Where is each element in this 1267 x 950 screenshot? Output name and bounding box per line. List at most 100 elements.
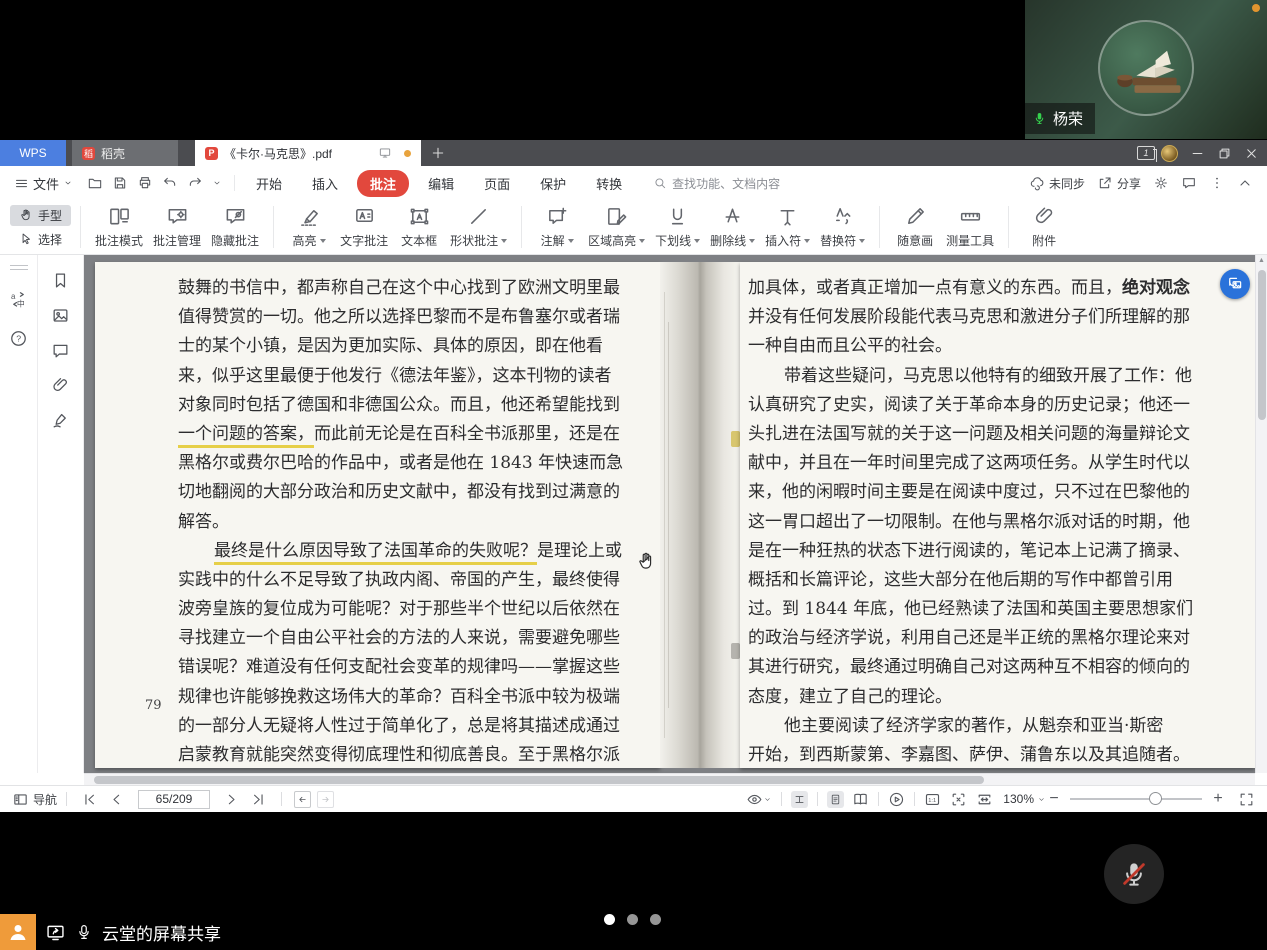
- sync-status-button[interactable]: 未同步: [1029, 175, 1085, 192]
- menu-item[interactable]: 保护: [525, 170, 581, 197]
- ribbon-tools: 批注模式批注管理隐藏批注高亮文字批注文本框形状批注注解区域高亮下划线删除线插入符…: [90, 205, 1070, 249]
- tool-free-draw[interactable]: 随意画: [889, 205, 941, 249]
- pdf-canvas[interactable]: 79 鼓舞的书信中，都声称自己在这个中心找到了欧洲文明里最值得赞赏的一切。他之所…: [84, 255, 1255, 773]
- tab-docer[interactable]: 稻 稻壳: [72, 140, 178, 166]
- account-avatar[interactable]: [1161, 145, 1178, 162]
- zoom-caret-icon[interactable]: [1037, 791, 1046, 808]
- page-number-input[interactable]: [138, 790, 210, 809]
- carousel-dot[interactable]: [650, 914, 661, 925]
- tool-hide-annotations[interactable]: 隐藏批注: [206, 205, 264, 249]
- microphone-muted-button[interactable]: [1104, 844, 1164, 904]
- image-icon[interactable]: [51, 306, 70, 325]
- save-button[interactable]: [112, 175, 128, 191]
- navigation-toggle[interactable]: 导航: [12, 791, 57, 808]
- bookmark-icon[interactable]: [51, 271, 70, 290]
- next-page-button[interactable]: [223, 791, 240, 808]
- single-page-view-button[interactable]: [827, 791, 844, 808]
- right-page-text: 加具体，或者真正增加一点有意义的东西。而且，绝对观念并没有任何发展阶段能代表马克…: [748, 274, 1190, 768]
- more-actions-caret[interactable]: [212, 175, 222, 191]
- double-page-view-button[interactable]: [852, 791, 869, 808]
- presentation-mode-icon[interactable]: [378, 146, 392, 160]
- tool-measure-tool[interactable]: 测量工具: [941, 205, 999, 249]
- close-button[interactable]: [1244, 146, 1259, 161]
- menu-item[interactable]: 编辑: [413, 170, 469, 197]
- attachment-icon[interactable]: [51, 376, 70, 395]
- tool-insert-caret[interactable]: 插入符: [760, 205, 815, 249]
- tool-attachment[interactable]: 附件: [1018, 205, 1070, 249]
- redo-button[interactable]: [187, 175, 203, 191]
- tool-note[interactable]: 注解: [531, 205, 583, 249]
- menu-item[interactable]: 转换: [581, 170, 637, 197]
- signature-icon[interactable]: [51, 411, 70, 430]
- zoom-out-button[interactable]: −: [1046, 790, 1062, 808]
- vertical-scrollbar[interactable]: ▲: [1255, 255, 1267, 773]
- tool-strikethrough[interactable]: 删除线: [705, 205, 760, 249]
- select-tool-button[interactable]: 选择: [10, 229, 71, 250]
- participant-video-tile[interactable]: 杨荣: [1025, 0, 1267, 139]
- search-input[interactable]: 查找功能、文档内容: [653, 175, 780, 192]
- horizontal-scroll-thumb[interactable]: [94, 776, 984, 784]
- fit-width-button[interactable]: [976, 791, 993, 808]
- open-file-button[interactable]: [87, 175, 103, 191]
- tool-shape-annotation[interactable]: 形状批注: [445, 205, 512, 249]
- tool-annotation-manager[interactable]: 批注管理: [148, 205, 206, 249]
- pencil-icon: [904, 205, 927, 228]
- minimize-button[interactable]: [1190, 146, 1205, 161]
- tool-text-annotation[interactable]: 文字批注: [335, 205, 393, 249]
- tool-underline[interactable]: 下划线: [650, 205, 705, 249]
- presenter-badge[interactable]: [0, 914, 36, 950]
- feedback-comment-button[interactable]: [1181, 175, 1197, 191]
- fit-layout-button[interactable]: [791, 791, 808, 808]
- tool-area-highlight[interactable]: 区域高亮: [583, 205, 650, 249]
- share-button[interactable]: 分享: [1097, 175, 1141, 192]
- comment-icon[interactable]: [51, 341, 70, 360]
- new-tab-button[interactable]: [430, 145, 446, 161]
- actual-size-button[interactable]: 1:1: [924, 791, 941, 808]
- fit-page-button[interactable]: [950, 791, 967, 808]
- carousel-dot[interactable]: [627, 914, 638, 925]
- restore-button[interactable]: [1217, 146, 1232, 161]
- play-reading-button[interactable]: [888, 791, 905, 808]
- view-forward-button[interactable]: [317, 791, 334, 808]
- menu-item[interactable]: 页面: [469, 170, 525, 197]
- hand-tool-button[interactable]: 手型: [10, 205, 71, 226]
- last-page-button[interactable]: [250, 791, 267, 808]
- print-button[interactable]: [137, 175, 153, 191]
- floating-image-tool-button[interactable]: [1220, 269, 1250, 299]
- file-menu[interactable]: 文件: [14, 174, 73, 193]
- panel-drag-handle[interactable]: [10, 265, 28, 270]
- menu-item[interactable]: 批注: [357, 170, 409, 197]
- scroll-up-arrow[interactable]: ▲: [1256, 257, 1267, 264]
- zoom-slider[interactable]: [1070, 798, 1202, 800]
- settings-gear-button[interactable]: [1153, 175, 1169, 191]
- previous-page-button[interactable]: [108, 791, 125, 808]
- zoom-in-button[interactable]: +: [1210, 790, 1226, 808]
- window-count-badge[interactable]: 1: [1137, 146, 1155, 160]
- eye-caret-icon[interactable]: [763, 791, 772, 808]
- eye-protection-button[interactable]: [746, 791, 763, 808]
- help-icon[interactable]: ?: [9, 329, 28, 348]
- tool-highlight[interactable]: 高亮: [283, 205, 335, 249]
- translate-icon[interactable]: a中: [9, 290, 28, 309]
- tool-replace-caret[interactable]: 替换符: [815, 205, 870, 249]
- horizontal-scrollbar[interactable]: [84, 773, 1255, 785]
- carousel-dot[interactable]: [604, 914, 615, 925]
- view-back-button[interactable]: [294, 791, 311, 808]
- collapse-ribbon-button[interactable]: [1237, 175, 1253, 191]
- zoom-slider-handle[interactable]: [1149, 792, 1162, 805]
- undo-button[interactable]: [162, 175, 178, 191]
- tool-text-box[interactable]: 文本框: [393, 205, 445, 249]
- tab-document[interactable]: P 《卡尔·马克思》.pdf: [195, 140, 421, 166]
- wps-home-button[interactable]: WPS: [0, 140, 66, 166]
- tool-annotation-mode[interactable]: 批注模式: [90, 205, 148, 249]
- first-page-button[interactable]: [81, 791, 98, 808]
- side-utility-strip: a中 ?: [0, 255, 38, 773]
- menu-item[interactable]: 插入: [297, 170, 353, 197]
- vertical-scroll-thumb[interactable]: [1258, 270, 1266, 420]
- more-kebab-button[interactable]: [1209, 175, 1225, 191]
- menu-item[interactable]: 开始: [241, 170, 297, 197]
- bubblegear-icon: [166, 205, 189, 228]
- sync-status-label: 未同步: [1049, 175, 1085, 192]
- zoom-level-value[interactable]: 130%: [1003, 792, 1034, 806]
- fullscreen-button[interactable]: [1238, 791, 1255, 808]
